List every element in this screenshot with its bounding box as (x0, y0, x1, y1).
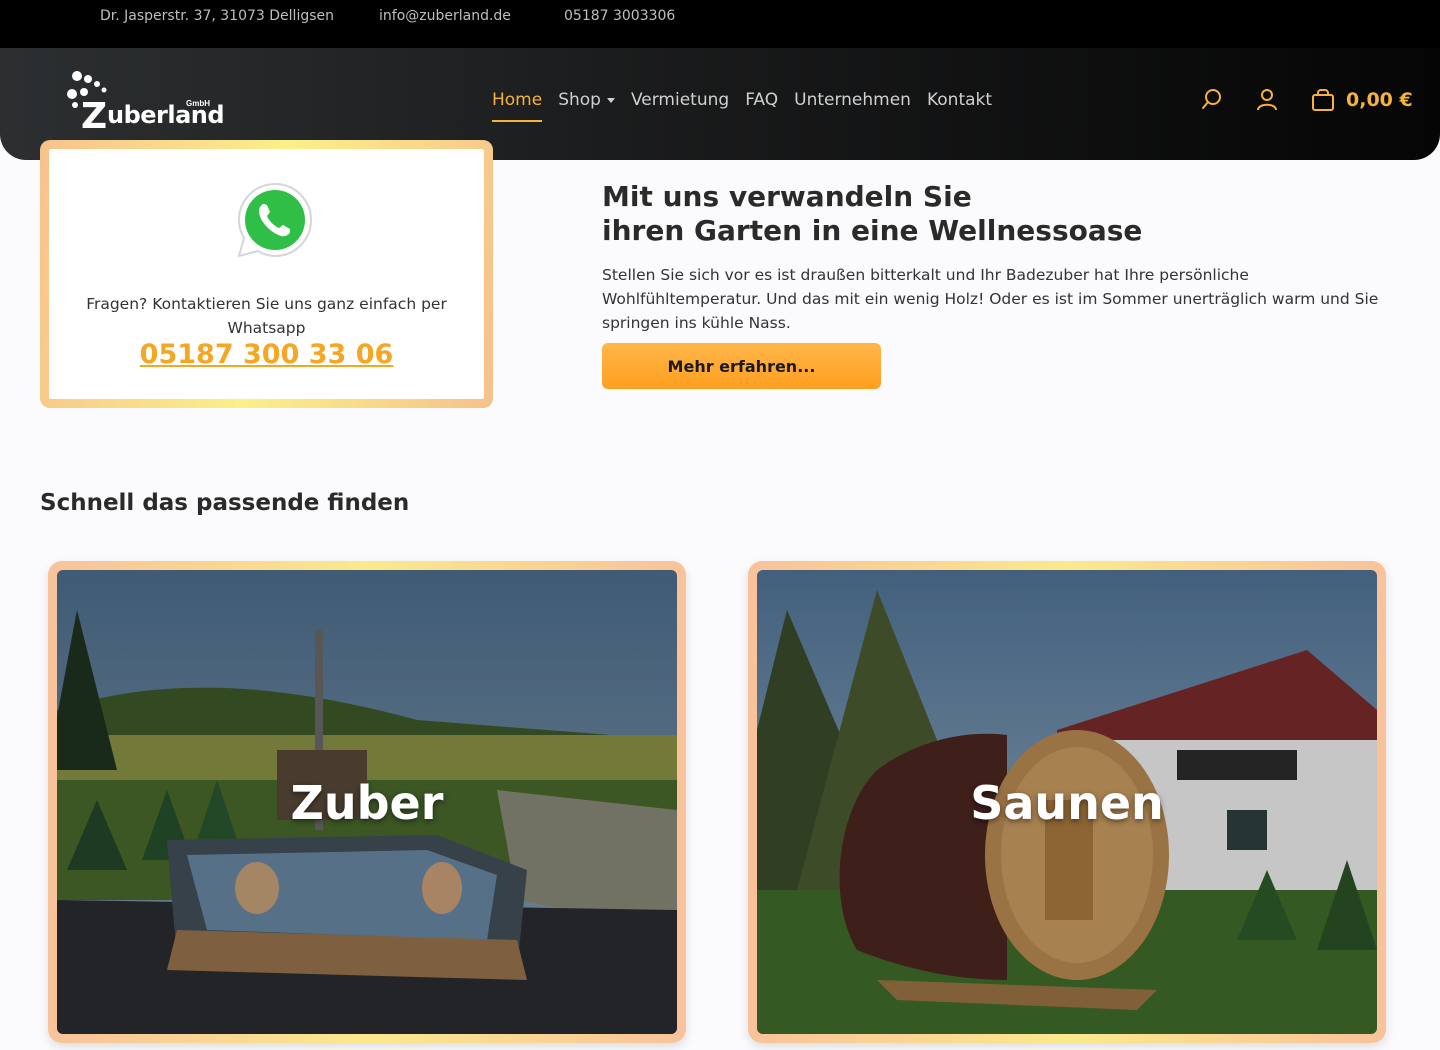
card-label-zuber: Zuber (290, 776, 444, 830)
nav-faq[interactable]: FAQ (745, 90, 778, 116)
card-label-saunen: Saunen (970, 776, 1164, 830)
whatsapp-icon[interactable] (235, 180, 315, 265)
top-info-bar: Dr. Jasperstr. 37, 31073 Delligsen info@… (0, 0, 1440, 48)
whatsapp-text: Fragen? Kontaktieren Sie uns ganz einfac… (86, 295, 447, 337)
category-card-zuber[interactable]: Zuber (48, 561, 686, 1043)
main-nav: Home Shop Vermietung FAQ Unternehmen Kon… (492, 90, 992, 122)
nav-shop-label: Shop (558, 90, 601, 110)
site-logo[interactable]: Z uberland GmbH (64, 68, 225, 137)
phone-link[interactable]: 05187 3003306 (564, 8, 675, 24)
address-text: Dr. Jasperstr. 37, 31073 Delligsen (100, 8, 334, 24)
hero-text: Stellen Sie sich vor es ist draußen bitt… (602, 266, 1379, 332)
user-icon[interactable] (1256, 88, 1278, 117)
search-icon[interactable] (1201, 88, 1223, 115)
nav-unternehmen[interactable]: Unternehmen (794, 90, 911, 116)
whatsapp-phone-link[interactable]: 05187 300 33 06 (49, 339, 484, 370)
hero-title-line2: ihren Garten in eine Wellnessoase (602, 214, 1143, 247)
logo-suffix: GmbH (186, 99, 210, 108)
whatsapp-contact-box: Fragen? Kontaktieren Sie uns ganz einfac… (40, 140, 493, 408)
nav-home[interactable]: Home (492, 90, 543, 122)
category-card-saunen[interactable]: Saunen (748, 561, 1386, 1043)
saunen-image: Saunen (757, 570, 1377, 1034)
zuber-image: Zuber (57, 570, 677, 1034)
whatsapp-box-inner: Fragen? Kontaktieren Sie uns ganz einfac… (49, 149, 484, 399)
cart-total[interactable]: 0,00 € (1346, 89, 1413, 111)
cart-icon[interactable] (1311, 88, 1335, 117)
nav-vermietung[interactable]: Vermietung (631, 90, 729, 116)
email-link[interactable]: info@zuberland.de (379, 8, 511, 24)
nav-shop[interactable]: Shop (558, 90, 615, 116)
nav-kontakt[interactable]: Kontakt (927, 90, 992, 116)
more-info-button[interactable]: Mehr erfahren... (602, 343, 881, 389)
hero-title: Mit uns verwandeln Sie ihren Garten in e… (602, 180, 1142, 248)
finder-title: Schnell das passende finden (40, 490, 410, 516)
chevron-down-icon (606, 97, 615, 103)
hero-title-line1: Mit uns verwandeln Sie (602, 180, 972, 213)
logo-letter: Z (81, 96, 108, 137)
